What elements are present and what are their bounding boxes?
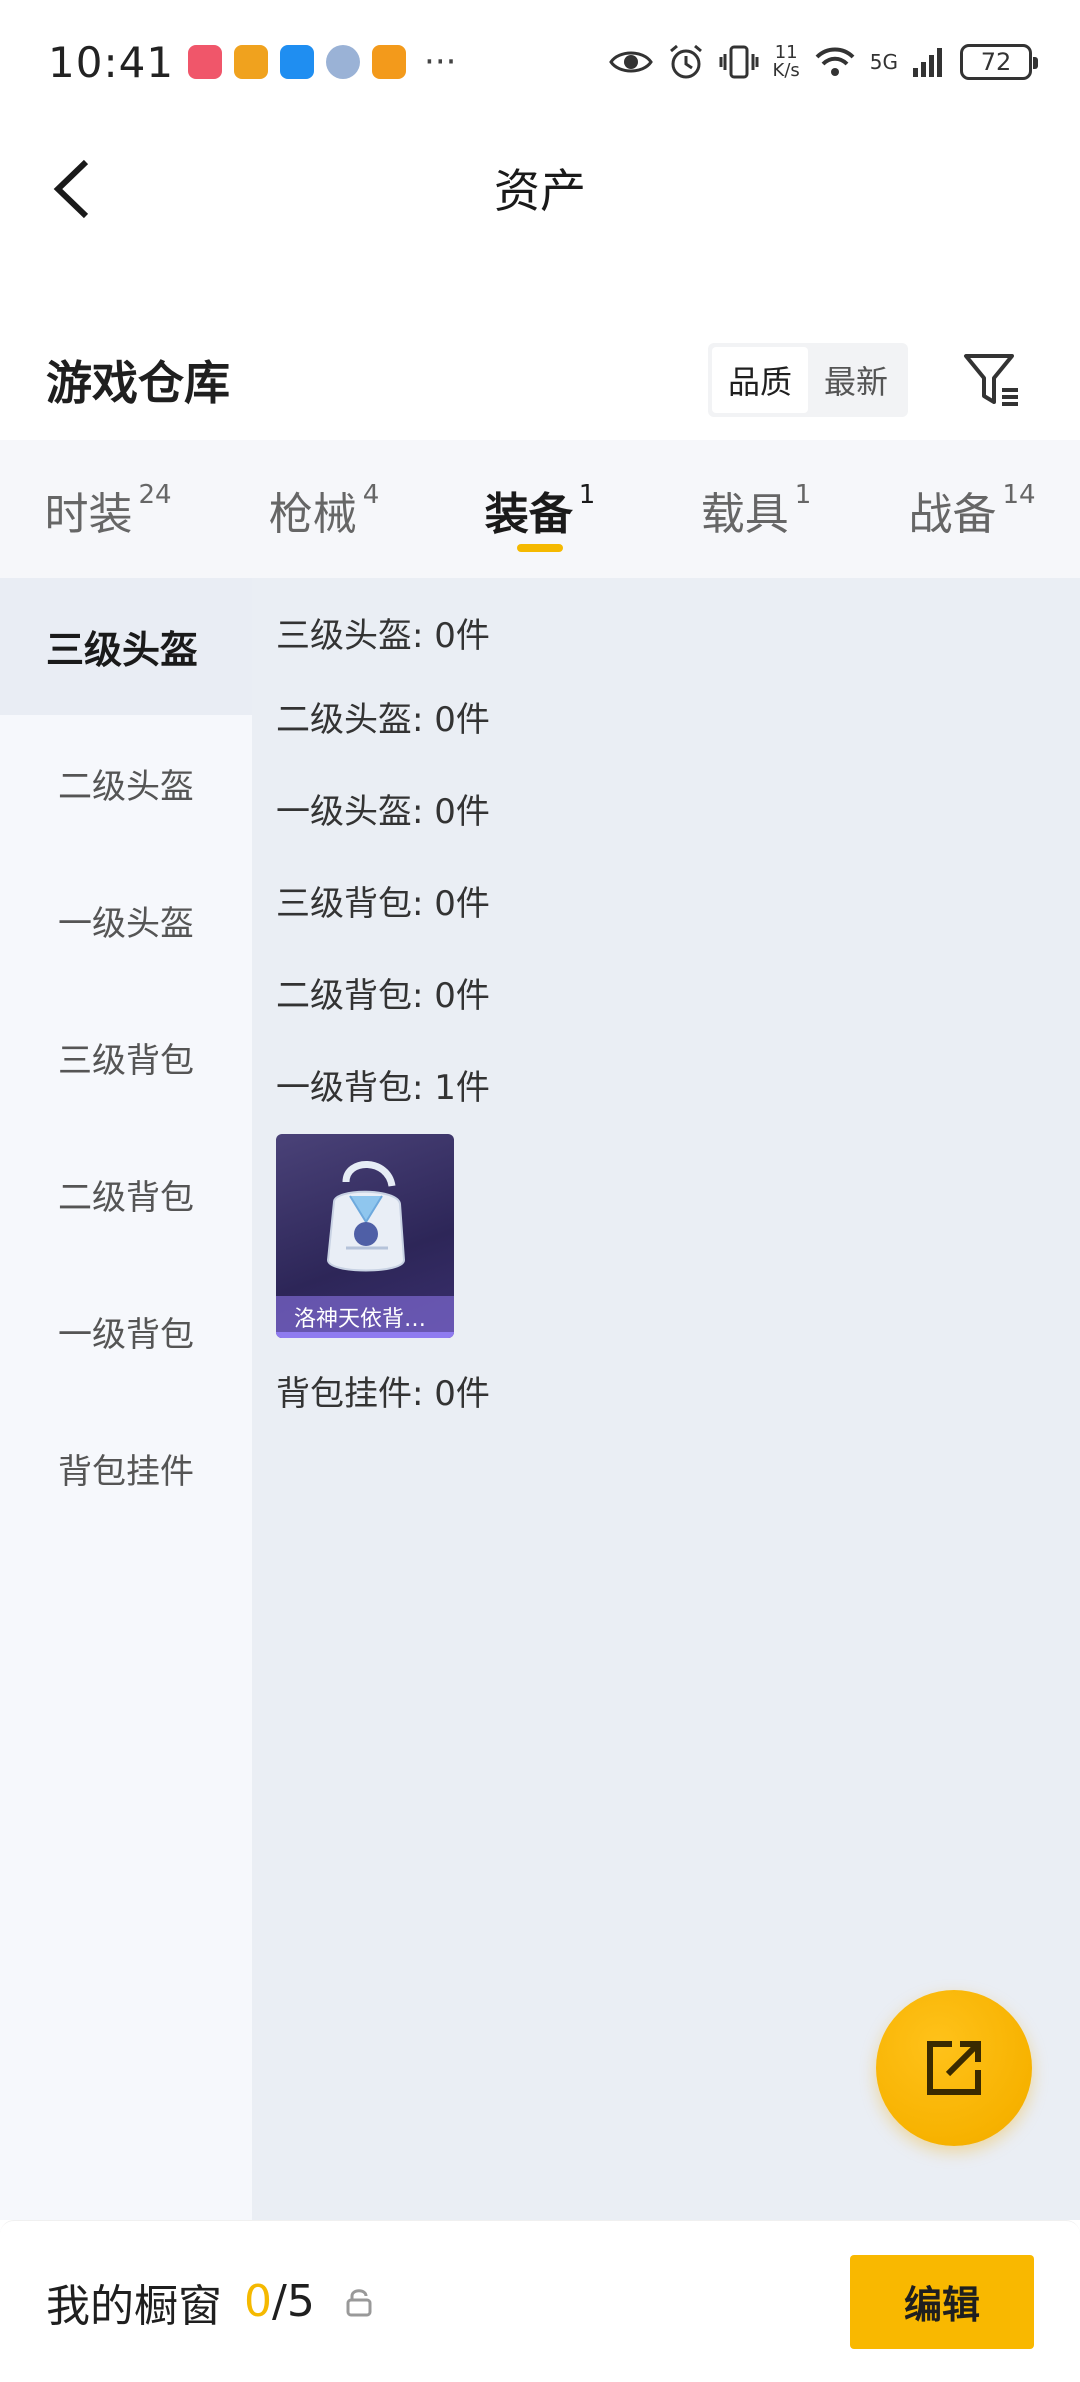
alarm-icon [669,44,702,79]
yellow-app-icon [234,45,269,79]
message-app-icon [280,45,315,79]
item-name: 洛神天依背… [294,1307,427,1332]
section-title: 游戏仓库 [46,356,230,410]
item-card[interactable]: 洛神天依背… [276,1134,454,1338]
content-area: 三级头盔 二级头盔 一级头盔 三级背包 二级背包 一级背包 背包挂件 三级头盔:… [0,578,1080,2220]
page-title: 资产 [494,164,586,218]
side-item-level2-helmet[interactable]: 二级头盔 [0,715,252,852]
side-item-level1-helmet[interactable]: 一级头盔 [0,852,252,989]
share-button[interactable] [876,1990,1032,2146]
side-item-backpack-charm[interactable]: 背包挂件 [0,1400,252,1537]
side-item-level2-backpack[interactable]: 二级背包 [0,1126,252,1263]
warehouse-header: 游戏仓库 品质 最新 [0,320,1080,440]
side-item-level3-backpack[interactable]: 三级背包 [0,989,252,1126]
tab-firearms[interactable]: 枪械 4 [216,440,432,578]
showcase-label: 我的橱窗 [46,2280,222,2332]
tab-supplies[interactable]: 战备 14 [864,440,1080,578]
back-button[interactable] [40,154,104,224]
cell-signal-icon [913,48,942,77]
status-time: 10:41 [48,37,175,87]
tab-vehicles[interactable]: 载具 1 [648,440,864,578]
filter-icon [964,354,1018,406]
tab-equipment[interactable]: 装备 1 [432,440,648,578]
group-label: 一级头盔: 0件 [276,791,490,832]
game-app-icon [372,45,407,79]
back-arrow-icon [53,159,89,219]
sort-toggle: 品质 最新 [707,343,908,417]
status-app-icons: ··· [188,42,456,82]
backpack-icon [326,1161,406,1272]
showcase-bar: 我的橱窗 0/5 编辑 [0,2220,1080,2382]
active-tab-indicator [517,544,563,552]
signal-type: 5G [869,50,898,74]
edit-button[interactable]: 编辑 [850,2254,1034,2349]
status-indicators: 11 K/s 5G 72 [608,42,1038,81]
category-tabs: 时装 24 枪械 4 装备 1 载具 1 战备 14 [0,440,1080,578]
eye-icon [608,51,653,73]
group-label: 三级头盔: 0件 [276,616,490,656]
battery-indicator: 72 [960,44,1038,80]
network-speed: 11 K/s [772,42,800,81]
shopping-app-icon [188,45,223,79]
filter-button[interactable] [960,348,1024,412]
nav-bar: 资产 [0,124,1080,252]
group-label: 二级头盔: 0件 [276,699,490,740]
vibrate-icon [719,45,759,79]
tab-fashion[interactable]: 时装 24 [0,440,216,578]
sort-latest-option[interactable]: 最新 [808,347,904,413]
more-notifications-icon: ··· [424,42,457,82]
status-bar: 10:41 ··· 11 K/s 5G 72 [0,0,1080,124]
wifi-icon [815,47,855,76]
side-item-level1-backpack[interactable]: 一级背包 [0,1263,252,1400]
share-icon [927,2041,981,2095]
side-item-level3-helmet[interactable]: 三级头盔 [0,578,252,715]
avatar-app-icon [326,45,361,79]
group-label: 三级背包: 0件 [276,883,490,924]
side-nav: 三级头盔 二级头盔 一级头盔 三级背包 二级背包 一级背包 背包挂件 [0,578,252,2220]
group-label: 背包挂件: 0件 [276,1373,490,1414]
group-label: 一级背包: 1件 [276,1067,490,1108]
sort-quality-option[interactable]: 品质 [711,347,808,413]
group-label: 二级背包: 0件 [276,975,490,1016]
item-quality-bar [276,1332,454,1338]
lock-icon [346,2288,372,2316]
equipment-list: 三级头盔: 0件 二级头盔: 0件 一级头盔: 0件 三级背包: 0件 二级背包… [252,578,1080,2220]
showcase-count: 0/5 [244,2276,315,2327]
